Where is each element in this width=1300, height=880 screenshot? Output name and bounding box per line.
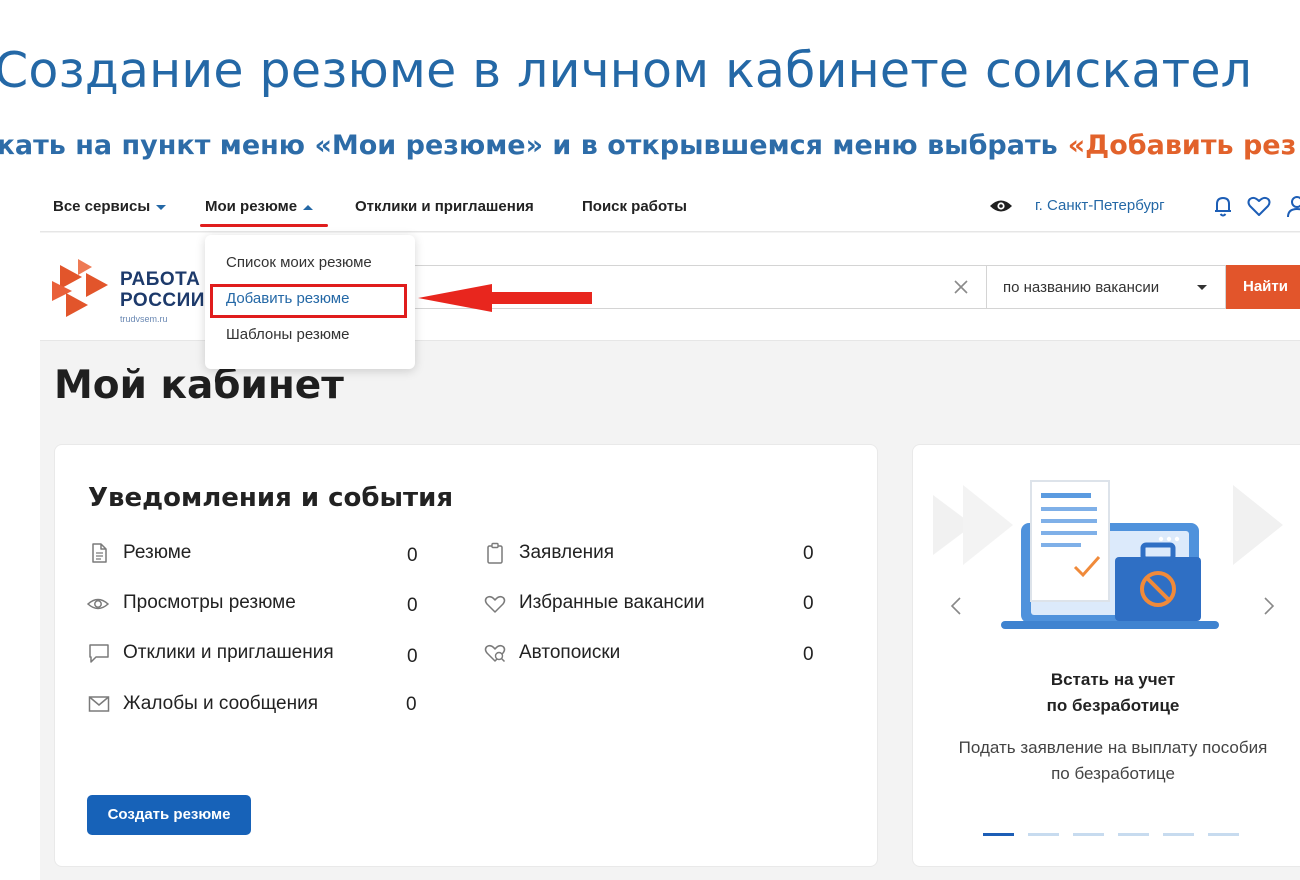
bell-icon[interactable] [1210, 193, 1236, 219]
promo-text-line2: по безработице [1051, 764, 1175, 783]
page-title: Мой кабинет [54, 363, 344, 408]
chevron-down-icon [1197, 285, 1207, 290]
row-complaints-count: 0 [406, 694, 417, 715]
logo-title-line1: РАБОТА [120, 269, 201, 290]
city-selector[interactable]: г. Санкт-Петербург [1035, 197, 1165, 214]
user-icon[interactable] [1284, 193, 1300, 219]
slide-instruction: жать на пункт меню «Мои резюме» и в откр… [0, 130, 1296, 161]
chevron-down-icon [156, 204, 167, 210]
carousel-dot[interactable] [1073, 833, 1104, 836]
row-favorites-label[interactable]: Избранные вакансии [519, 592, 705, 614]
promo-title-line2: по безработице [1046, 696, 1180, 715]
search-type-select[interactable]: по названию вакансии [986, 265, 1226, 309]
row-responses-count: 0 [407, 646, 418, 667]
row-resume-label[interactable]: Резюме [123, 542, 191, 564]
notifications-card: Уведомления и события Резюме 0 Просмотры… [54, 444, 878, 867]
row-applications-count: 0 [803, 543, 814, 564]
search-type-value: по названию вакансии [1003, 279, 1160, 296]
eye-icon[interactable] [989, 198, 1013, 214]
arrow-left-annotation-icon [418, 284, 592, 312]
nav-underline-annotation [200, 224, 328, 227]
autosearch-icon [484, 644, 506, 663]
carousel-dot[interactable] [1028, 833, 1059, 836]
row-responses-label[interactable]: Отклики и приглашения [123, 642, 334, 664]
chevron-up-icon [303, 204, 314, 210]
top-navigation: Все сервисы Мои резюме Отклики и приглаш… [40, 180, 1300, 232]
dropdown-item-templates[interactable]: Шаблоны резюме [226, 326, 349, 343]
my-resumes-dropdown: Список моих резюме Добавить резюме Шабло… [205, 235, 415, 369]
clipboard-icon [487, 542, 503, 564]
logo-mark-icon [52, 259, 108, 317]
row-applications-label[interactable]: Заявления [519, 542, 614, 564]
logo-title-line2: РОССИИ [120, 290, 205, 311]
promo-title-line1: Встать на учет [1050, 670, 1176, 689]
mail-icon [88, 696, 110, 712]
chevron-right-icon[interactable] [1262, 595, 1276, 617]
eye-icon [87, 598, 109, 610]
promo-carousel: Встать на учет по безработице Подать зая… [912, 444, 1300, 867]
promo-text-line1: Подать заявление на выплату пособия [958, 738, 1268, 757]
favorites-heart-icon[interactable] [1246, 193, 1272, 219]
carousel-dot[interactable] [1118, 833, 1149, 836]
row-autosearch-label[interactable]: Автопоиски [519, 642, 620, 664]
row-views-label[interactable]: Просмотры резюме [123, 592, 296, 614]
nav-my-resumes-label: Мои резюме [205, 198, 298, 215]
close-icon[interactable] [952, 278, 970, 296]
nav-job-search-label: Поиск работы [582, 198, 687, 215]
unemployment-illustration [933, 480, 1283, 629]
row-favorites-count: 0 [803, 593, 814, 614]
instruction-accent: «Добавить рез [1067, 130, 1297, 161]
nav-responses-label: Отклики и приглашения [355, 198, 534, 215]
nav-responses[interactable]: Отклики и приглашения [355, 198, 534, 215]
instruction-text: жать на пункт меню «Мои резюме» и в откр… [0, 130, 1058, 161]
nav-job-search[interactable]: Поиск работы [582, 198, 687, 215]
slide-title: Создание резюме в личном кабинете соиска… [0, 42, 1253, 99]
carousel-dot[interactable] [1208, 833, 1239, 836]
chevron-left-icon[interactable] [949, 595, 963, 617]
highlight-box-annotation [210, 284, 407, 318]
carousel-dot[interactable] [983, 833, 1014, 836]
row-resume-count: 0 [407, 545, 418, 566]
notifications-title: Уведомления и события [88, 483, 454, 513]
nav-my-resumes[interactable]: Мои резюме [205, 198, 314, 215]
row-views-count: 0 [407, 595, 418, 616]
nav-all-services-label: Все сервисы [53, 198, 151, 215]
create-resume-button[interactable]: Создать резюме [87, 795, 251, 835]
nav-all-services[interactable]: Все сервисы [53, 198, 167, 215]
row-complaints-label[interactable]: Жалобы и сообщения [123, 693, 318, 715]
app-window: Все сервисы Мои резюме Отклики и приглаш… [40, 180, 1300, 880]
row-autosearch-count: 0 [803, 644, 814, 665]
search-button[interactable]: Найти [1226, 265, 1300, 309]
dropdown-item-list-resumes[interactable]: Список моих резюме [226, 254, 372, 271]
logo-site: trudvsem.ru [120, 314, 168, 324]
carousel-dot[interactable] [1163, 833, 1194, 836]
document-icon [92, 543, 107, 563]
heart-icon [484, 595, 506, 613]
chat-icon [89, 644, 109, 663]
